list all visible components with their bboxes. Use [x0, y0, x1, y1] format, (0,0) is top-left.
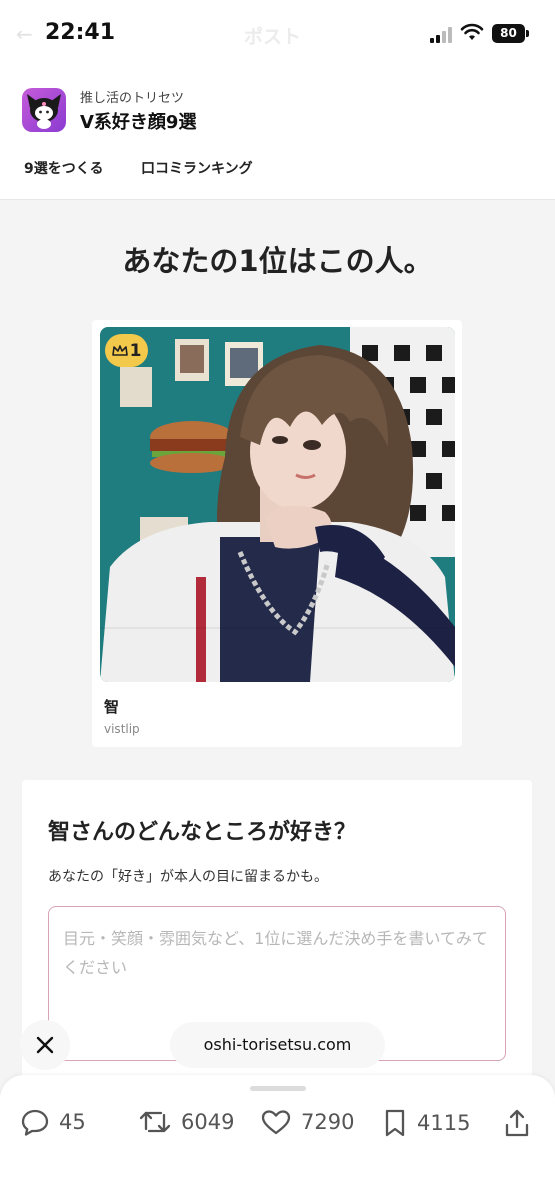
bookmark-icon — [385, 1109, 405, 1137]
nav-review-ranking[interactable]: 口コミランキング — [141, 158, 253, 178]
rank-number: 1 — [129, 340, 142, 361]
close-icon — [36, 1036, 54, 1054]
result-headline: あなたの1位はこの人。 — [122, 244, 433, 278]
reply-count: 45 — [59, 1110, 86, 1134]
member-name: 智 — [104, 698, 120, 716]
share-icon — [505, 1109, 529, 1137]
share-button[interactable] — [503, 1108, 531, 1138]
post-action-bar: 45 6049 7290 4115 — [0, 1075, 555, 1200]
repost-button[interactable]: 6049 — [138, 1108, 234, 1136]
app-header: 推し活のトリセツ V系好き顔9選 9選をつくる 口コミランキング — [0, 70, 555, 200]
faded-post-title: ポスト — [244, 26, 302, 48]
like-count: 7290 — [301, 1110, 355, 1134]
signal-icon — [430, 27, 456, 43]
kuromi-app-icon — [22, 88, 66, 132]
reply-icon — [21, 1109, 49, 1136]
status-time: 22:41 — [45, 20, 116, 45]
url-pill[interactable]: oshi-torisetsu.com — [170, 1022, 385, 1068]
bookmark-button[interactable]: 4115 — [382, 1108, 470, 1138]
repost-count: 6049 — [181, 1110, 235, 1134]
battery-tip — [526, 30, 529, 37]
form-title: 智さんのどんなところが好き？ — [48, 820, 357, 845]
close-browser-button[interactable] — [20, 1020, 70, 1070]
heart-icon — [261, 1110, 291, 1135]
repost-icon — [139, 1111, 171, 1133]
back-arrow-icon[interactable]: ← — [16, 22, 33, 46]
wifi-icon — [460, 23, 484, 40]
rank-badge: 1 — [105, 334, 148, 367]
nav-create-nine[interactable]: 9選をつくる — [24, 158, 103, 178]
reply-button[interactable]: 45 — [20, 1108, 86, 1136]
app-title: V系好き顔9選 — [80, 112, 197, 133]
app-subtitle: 推し活のトリセツ — [80, 91, 185, 106]
top-pick-card[interactable]: 1 智 vistlip — [92, 320, 462, 747]
comment-placeholder: 目元・笑顔・雰囲気など、1位に選んだ決め手を書いてみてください — [63, 929, 488, 977]
battery-icon: 80 — [492, 24, 525, 43]
form-description: あなたの「好き」が本人の目に留まるかも。 — [48, 869, 328, 885]
crown-icon — [111, 344, 128, 356]
like-button[interactable]: 7290 — [260, 1108, 354, 1136]
bookmark-count: 4115 — [417, 1111, 471, 1135]
drag-handle[interactable] — [250, 1086, 306, 1091]
status-bar: ← 22:41 ポスト 80 — [0, 0, 555, 70]
member-photo: 1 — [100, 327, 455, 682]
member-group: vistlip — [104, 722, 140, 736]
